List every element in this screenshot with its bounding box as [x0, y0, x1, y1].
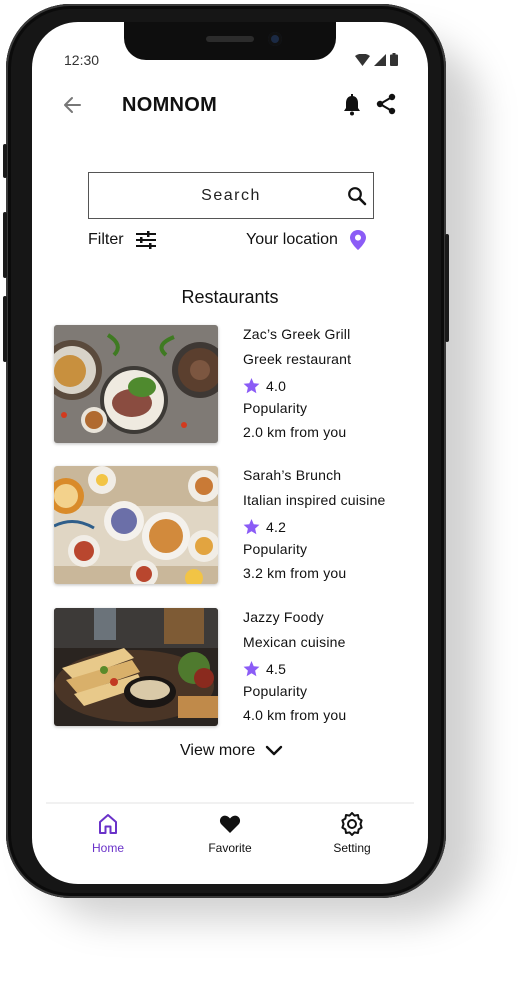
restaurant-distance: 3.2 km from you [243, 565, 347, 582]
restaurant-card[interactable]: Zac’s Greek Grill Greek restaurant 4.0 P… [54, 325, 424, 449]
app-header: NOMNOM [32, 92, 428, 122]
mute-switch [3, 144, 7, 178]
star-icon [243, 519, 260, 535]
restaurant-rating: 4.0 [243, 374, 351, 399]
restaurant-distance: 4.0 km from you [243, 707, 347, 724]
restaurant-image [54, 608, 218, 726]
restaurant-cuisine: Italian inspired cuisine [243, 491, 386, 508]
tune-icon [135, 231, 156, 249]
search-input[interactable] [89, 173, 373, 218]
heart-icon [219, 815, 241, 833]
bell-icon[interactable] [342, 94, 362, 116]
star-icon [243, 378, 260, 394]
location-pin-icon [349, 230, 366, 250]
wifi-icon [355, 53, 370, 66]
restaurant-info: Zac’s Greek Grill Greek restaurant 4.0 P… [243, 325, 351, 448]
location-label: Your location [246, 231, 338, 248]
restaurant-rating: 4.5 [243, 657, 346, 682]
share-icon[interactable] [375, 93, 397, 115]
restaurant-image [54, 466, 218, 584]
volume-down-button [3, 296, 7, 362]
back-arrow-icon[interactable] [62, 96, 82, 114]
app-title: NOMNOM [122, 94, 218, 116]
filter-label: Filter [88, 231, 124, 248]
speaker-grille [206, 36, 254, 42]
nav-setting-label: Setting [333, 841, 371, 855]
star-icon [243, 661, 260, 677]
chevron-down-icon [266, 745, 283, 756]
restaurant-rating: 4.2 [243, 515, 386, 540]
restaurant-name: Zac’s Greek Grill [243, 326, 351, 342]
location-selector[interactable]: Your location [246, 230, 366, 250]
rating-value: 4.2 [266, 519, 287, 536]
nav-home[interactable]: Home [68, 812, 148, 855]
restaurant-card[interactable]: Sarah’s Brunch Italian inspired cuisine … [54, 466, 424, 590]
popularity-label: Popularity [243, 399, 308, 416]
view-more-label: View more [180, 742, 256, 759]
popularity-label: Popularity [243, 540, 308, 557]
restaurant-name: Jazzy Foody [243, 609, 324, 625]
view-more-button[interactable]: View more [180, 742, 283, 760]
nav-favorite-label: Favorite [208, 841, 252, 855]
restaurant-card[interactable]: Jazzy Foody Mexican cuisine 4.5 Populari… [54, 608, 424, 732]
status-time: 12:30 [64, 52, 100, 68]
phone-frame: 12:30 NOMNOM Filter [3, 4, 449, 898]
filter-button[interactable]: Filter [88, 230, 158, 250]
home-icon [99, 814, 117, 834]
notch [124, 22, 336, 60]
nav-favorite[interactable]: Favorite [190, 812, 270, 855]
nav-setting[interactable]: Setting [312, 812, 392, 855]
restaurant-info: Jazzy Foody Mexican cuisine 4.5 Populari… [243, 608, 346, 731]
search-box [88, 172, 374, 219]
power-button [445, 234, 449, 342]
bottom-nav: Home Favorite Setting [32, 812, 428, 862]
restaurant-cuisine: Greek restaurant [243, 350, 352, 367]
volume-up-button [3, 212, 7, 278]
section-title: Restaurants [181, 287, 279, 307]
app-screen: 12:30 NOMNOM Filter [32, 22, 428, 884]
front-camera [268, 32, 282, 46]
restaurant-cuisine: Mexican cuisine [243, 633, 346, 650]
restaurant-distance: 2.0 km from you [243, 424, 347, 441]
rating-value: 4.0 [266, 378, 287, 395]
signal-icon [374, 53, 386, 66]
nav-home-label: Home [91, 841, 124, 855]
search-icon[interactable] [347, 186, 367, 206]
restaurant-image [54, 325, 218, 443]
nav-divider [46, 802, 414, 804]
rating-value: 4.5 [266, 661, 287, 678]
restaurant-info: Sarah’s Brunch Italian inspired cuisine … [243, 466, 386, 589]
settings-icon [341, 812, 363, 836]
battery-icon [390, 53, 398, 66]
popularity-label: Popularity [243, 682, 308, 699]
restaurant-name: Sarah’s Brunch [243, 467, 342, 483]
status-icons [355, 53, 398, 66]
